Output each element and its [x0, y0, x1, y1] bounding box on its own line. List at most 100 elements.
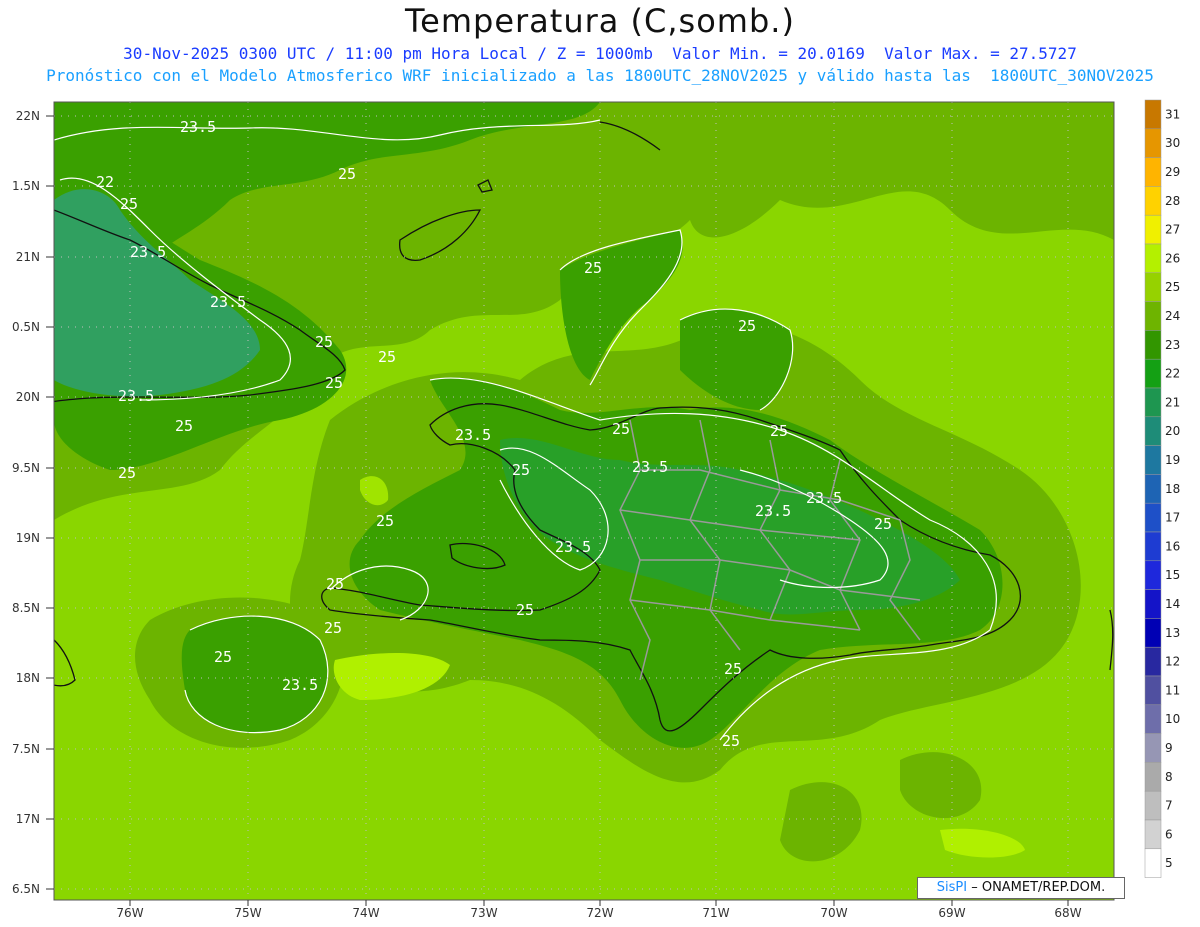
- colorbar-label: 14: [1165, 597, 1180, 611]
- lat-label: 21N: [16, 250, 40, 264]
- contour-label: 25: [874, 515, 892, 533]
- contour-label: 25: [722, 732, 740, 750]
- color-bar: 31 30 29 28 27 26 25 24 23 22 21 20 19 18 17 16 15 14 13 12…: [1144, 99, 1180, 878]
- lon-label: 71W: [702, 906, 729, 920]
- colorbar-swatch: [1144, 704, 1162, 734]
- contour-label: 25: [738, 317, 756, 335]
- contour-label: 23.5: [632, 458, 668, 476]
- colorbar-label: 26: [1165, 251, 1180, 265]
- colorbar-swatch: [1144, 243, 1162, 274]
- contour-label: 25: [118, 464, 136, 482]
- colorbar-label: 19: [1165, 453, 1180, 467]
- colorbar-label: 16: [1165, 539, 1180, 553]
- contour-label: 22: [96, 173, 114, 191]
- lon-label: 73W: [470, 906, 497, 920]
- contour-label: 23.5: [555, 538, 591, 556]
- colorbar-swatch: [1144, 358, 1162, 389]
- contour-label: 25: [376, 512, 394, 530]
- lat-label: 17N: [16, 812, 40, 826]
- lat-label: 8.5N: [12, 601, 40, 615]
- colorbar-label: 5: [1165, 856, 1173, 870]
- colorbar-label: 20: [1165, 424, 1180, 438]
- contour-label: 25: [612, 420, 630, 438]
- colorbar-swatch: [1144, 445, 1162, 475]
- colorbar-label: 24: [1165, 309, 1180, 323]
- colorbar-label: 11: [1165, 683, 1180, 697]
- colorbar-swatch: [1144, 560, 1162, 590]
- colorbar-label: 23: [1165, 338, 1180, 352]
- colorbar-label: 27: [1165, 223, 1180, 237]
- colorbar-swatch: [1144, 675, 1162, 706]
- lon-label: 70W: [820, 906, 847, 920]
- contour-label: 25: [175, 417, 193, 435]
- contour-label: 23.5: [806, 489, 842, 507]
- lat-label: 0.5N: [12, 320, 40, 334]
- contour-label: 23.5: [130, 243, 166, 261]
- colorbar-label: 17: [1165, 511, 1180, 525]
- colorbar-swatch: [1144, 416, 1162, 446]
- colorbar-swatch: [1144, 128, 1162, 158]
- map-field: 23.5 25 22 23.5 23.5 25 23.5 25 25 25 25…: [54, 102, 1114, 900]
- colorbar-label: 9: [1165, 741, 1173, 755]
- colorbar-label: 18: [1165, 482, 1180, 496]
- contour-label: 23.5: [455, 426, 491, 444]
- contour-label: 25: [325, 374, 343, 392]
- contour-label: 25: [324, 619, 342, 637]
- colorbar-swatch: [1144, 387, 1162, 418]
- colorbar-swatch: [1144, 186, 1162, 216]
- colorbar-swatch: [1144, 502, 1162, 533]
- contour-label: 25: [512, 461, 530, 479]
- lon-label: 76W: [116, 906, 143, 920]
- credit-box: SisPI – ONAMET/REP.DOM.: [917, 877, 1125, 899]
- contour-label: 23.5: [118, 387, 154, 405]
- colorbar-label: 12: [1165, 655, 1180, 669]
- colorbar-swatch: [1144, 733, 1162, 763]
- colorbar-swatch: [1144, 214, 1162, 245]
- contour-label: 23.5: [210, 293, 246, 311]
- colorbar-swatch: [1144, 301, 1162, 331]
- credit-text: – ONAMET/REP.DOM.: [971, 880, 1106, 895]
- colorbar-label: 28: [1165, 194, 1180, 208]
- contour-label: 25: [326, 575, 344, 593]
- temperature-map: 23.5 25 22 23.5 23.5 25 23.5 25 25 25 25…: [12, 99, 1180, 920]
- colorbar-label: 7: [1165, 799, 1173, 813]
- sispi-logo: SisPI: [936, 880, 968, 895]
- lat-label: 19N: [16, 531, 40, 545]
- colorbar-label: 22: [1165, 367, 1180, 381]
- colorbar-swatch: [1144, 618, 1162, 648]
- contour-label: 25: [315, 333, 333, 351]
- colorbar-label: 13: [1165, 626, 1180, 640]
- lon-label: 75W: [234, 906, 261, 920]
- contour-label: 25: [214, 648, 232, 666]
- lon-label: 69W: [938, 906, 965, 920]
- contour-label: 23.5: [282, 676, 318, 694]
- colorbar-swatch: [1144, 531, 1162, 562]
- colorbar-swatch: [1144, 848, 1162, 878]
- contour-label: 25: [378, 348, 396, 366]
- lat-label: 1.5N: [12, 179, 40, 193]
- lat-label: 22N: [16, 109, 40, 123]
- contour-label: 25: [724, 660, 742, 678]
- lat-label: 18N: [16, 671, 40, 685]
- lon-label: 74W: [352, 906, 379, 920]
- contour-label: 25: [770, 422, 788, 440]
- lon-label: 72W: [586, 906, 613, 920]
- contour-label: 25: [338, 165, 356, 183]
- colorbar-swatch: [1144, 762, 1162, 792]
- lon-axis: 76W 75W 74W 73W 72W 71W 70W 69W 68W: [116, 906, 1081, 920]
- colorbar-label: 8: [1165, 770, 1173, 784]
- lat-label: 7.5N: [12, 742, 40, 756]
- colorbar-swatch: [1144, 157, 1162, 187]
- contour-label: 25: [120, 195, 138, 213]
- colorbar-label: 29: [1165, 165, 1180, 179]
- lat-label: 9.5N: [12, 461, 40, 475]
- contour-label: 25: [584, 259, 602, 277]
- colorbar-label: 15: [1165, 568, 1180, 582]
- colorbar-swatch: [1144, 99, 1162, 130]
- colorbar-label: 21: [1165, 395, 1180, 409]
- lon-label: 68W: [1054, 906, 1081, 920]
- colorbar-label: 30: [1165, 136, 1180, 150]
- colorbar-label: 10: [1165, 712, 1180, 726]
- colorbar-swatch: [1144, 330, 1162, 360]
- colorbar-swatch: [1144, 790, 1162, 821]
